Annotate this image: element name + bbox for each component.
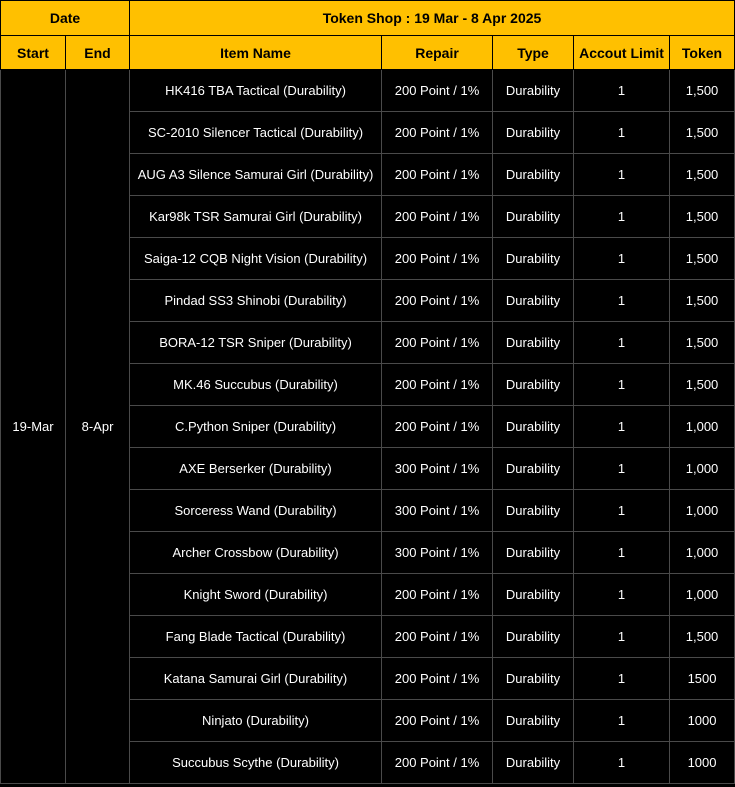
account-limit-cell: 1 xyxy=(573,237,671,280)
repair-cell: 200 Point / 1% xyxy=(381,195,494,238)
item-name-cell: Succubus Scythe (Durability) xyxy=(129,741,383,784)
repair-cell: 200 Point / 1% xyxy=(381,279,494,322)
col-item-name-header: Item Name xyxy=(129,35,383,70)
token-cell: 1,000 xyxy=(669,405,735,448)
token-cell: 1500 xyxy=(669,657,735,700)
repair-cell: 200 Point / 1% xyxy=(381,111,494,154)
account-limit-cell: 1 xyxy=(573,111,671,154)
type-cell: Durability xyxy=(492,195,575,238)
repair-cell: 200 Point / 1% xyxy=(381,573,494,616)
shop-title: Token Shop : 19 Mar - 8 Apr 2025 xyxy=(129,0,735,36)
col-token-header: Token xyxy=(669,35,735,70)
account-limit-cell: 1 xyxy=(573,447,671,490)
col-account-limit-header: Accout Limit xyxy=(573,35,671,70)
col-end-header: End xyxy=(64,35,131,70)
token-cell: 1,000 xyxy=(669,531,735,574)
col-repair-header: Repair xyxy=(381,35,494,70)
token-cell: 1,500 xyxy=(669,153,735,196)
token-cell: 1,500 xyxy=(669,195,735,238)
col-start-header: Start xyxy=(0,35,66,70)
token-cell: 1,500 xyxy=(669,279,735,322)
item-name-cell: C.Python Sniper (Durability) xyxy=(129,405,383,448)
type-cell: Durability xyxy=(492,111,575,154)
item-name-cell: AXE Berserker (Durability) xyxy=(129,447,383,490)
type-cell: Durability xyxy=(492,699,575,742)
item-name-cell: Sorceress Wand (Durability) xyxy=(129,489,383,532)
token-cell: 1,000 xyxy=(669,573,735,616)
token-cell: 1,500 xyxy=(669,615,735,658)
account-limit-cell: 1 xyxy=(573,363,671,406)
start-date-cell: 19-Mar xyxy=(0,69,66,784)
type-cell: Durability xyxy=(492,657,575,700)
repair-cell: 200 Point / 1% xyxy=(381,741,494,784)
item-name-cell: Knight Sword (Durability) xyxy=(129,573,383,616)
repair-cell: 300 Point / 1% xyxy=(381,447,494,490)
account-limit-cell: 1 xyxy=(573,321,671,364)
repair-cell: 200 Point / 1% xyxy=(381,699,494,742)
repair-cell: 200 Point / 1% xyxy=(381,153,494,196)
type-cell: Durability xyxy=(492,279,575,322)
token-cell: 1,000 xyxy=(669,447,735,490)
account-limit-cell: 1 xyxy=(573,657,671,700)
repair-cell: 200 Point / 1% xyxy=(381,405,494,448)
type-cell: Durability xyxy=(492,405,575,448)
token-cell: 1,500 xyxy=(669,69,735,112)
item-name-cell: Archer Crossbow (Durability) xyxy=(129,531,383,574)
item-name-cell: SC-2010 Silencer Tactical (Durability) xyxy=(129,111,383,154)
item-name-cell: Ninjato (Durability) xyxy=(129,699,383,742)
type-cell: Durability xyxy=(492,153,575,196)
token-cell: 1,500 xyxy=(669,237,735,280)
item-name-cell: Saiga-12 CQB Night Vision (Durability) xyxy=(129,237,383,280)
type-cell: Durability xyxy=(492,321,575,364)
end-date-cell: 8-Apr xyxy=(64,69,131,784)
token-cell: 1,500 xyxy=(669,363,735,406)
account-limit-cell: 1 xyxy=(573,573,671,616)
type-cell: Durability xyxy=(492,69,575,112)
token-cell: 1000 xyxy=(669,741,735,784)
type-cell: Durability xyxy=(492,363,575,406)
item-name-cell: Katana Samurai Girl (Durability) xyxy=(129,657,383,700)
repair-cell: 200 Point / 1% xyxy=(381,321,494,364)
item-name-cell: AUG A3 Silence Samurai Girl (Durability) xyxy=(129,153,383,196)
account-limit-cell: 1 xyxy=(573,741,671,784)
token-shop-table: Date Token Shop : 19 Mar - 8 Apr 2025 St… xyxy=(0,0,735,784)
item-name-cell: MK.46 Succubus (Durability) xyxy=(129,363,383,406)
item-name-cell: Fang Blade Tactical (Durability) xyxy=(129,615,383,658)
repair-cell: 300 Point / 1% xyxy=(381,531,494,574)
repair-cell: 200 Point / 1% xyxy=(381,657,494,700)
account-limit-cell: 1 xyxy=(573,699,671,742)
item-name-cell: Kar98k TSR Samurai Girl (Durability) xyxy=(129,195,383,238)
account-limit-cell: 1 xyxy=(573,615,671,658)
type-cell: Durability xyxy=(492,531,575,574)
item-rows: 19-Mar 8-Apr HK416 TBA Tactical (Durabilit… xyxy=(0,69,735,784)
item-name-cell: Pindad SS3 Shinobi (Durability) xyxy=(129,279,383,322)
table-row: 19-Mar 8-Apr HK416 TBA Tactical (Durabilit… xyxy=(0,69,735,784)
account-limit-cell: 1 xyxy=(573,195,671,238)
account-limit-cell: 1 xyxy=(573,531,671,574)
type-cell: Durability xyxy=(492,489,575,532)
repair-cell: 200 Point / 1% xyxy=(381,237,494,280)
token-cell: 1,500 xyxy=(669,111,735,154)
item-name-cell: HK416 TBA Tactical (Durability) xyxy=(129,69,383,112)
account-limit-cell: 1 xyxy=(573,279,671,322)
token-cell: 1,000 xyxy=(669,489,735,532)
account-limit-cell: 1 xyxy=(573,153,671,196)
type-cell: Durability xyxy=(492,741,575,784)
token-cell: 1000 xyxy=(669,699,735,742)
account-limit-cell: 1 xyxy=(573,69,671,112)
repair-cell: 300 Point / 1% xyxy=(381,489,494,532)
account-limit-cell: 1 xyxy=(573,489,671,532)
repair-cell: 200 Point / 1% xyxy=(381,69,494,112)
col-type-header: Type xyxy=(492,35,575,70)
type-cell: Durability xyxy=(492,447,575,490)
token-cell: 1,500 xyxy=(669,321,735,364)
item-name-cell: BORA-12 TSR Sniper (Durability) xyxy=(129,321,383,364)
repair-cell: 200 Point / 1% xyxy=(381,363,494,406)
type-cell: Durability xyxy=(492,237,575,280)
type-cell: Durability xyxy=(492,573,575,616)
date-group-header: Date xyxy=(0,0,131,36)
type-cell: Durability xyxy=(492,615,575,658)
repair-cell: 200 Point / 1% xyxy=(381,615,494,658)
account-limit-cell: 1 xyxy=(573,405,671,448)
